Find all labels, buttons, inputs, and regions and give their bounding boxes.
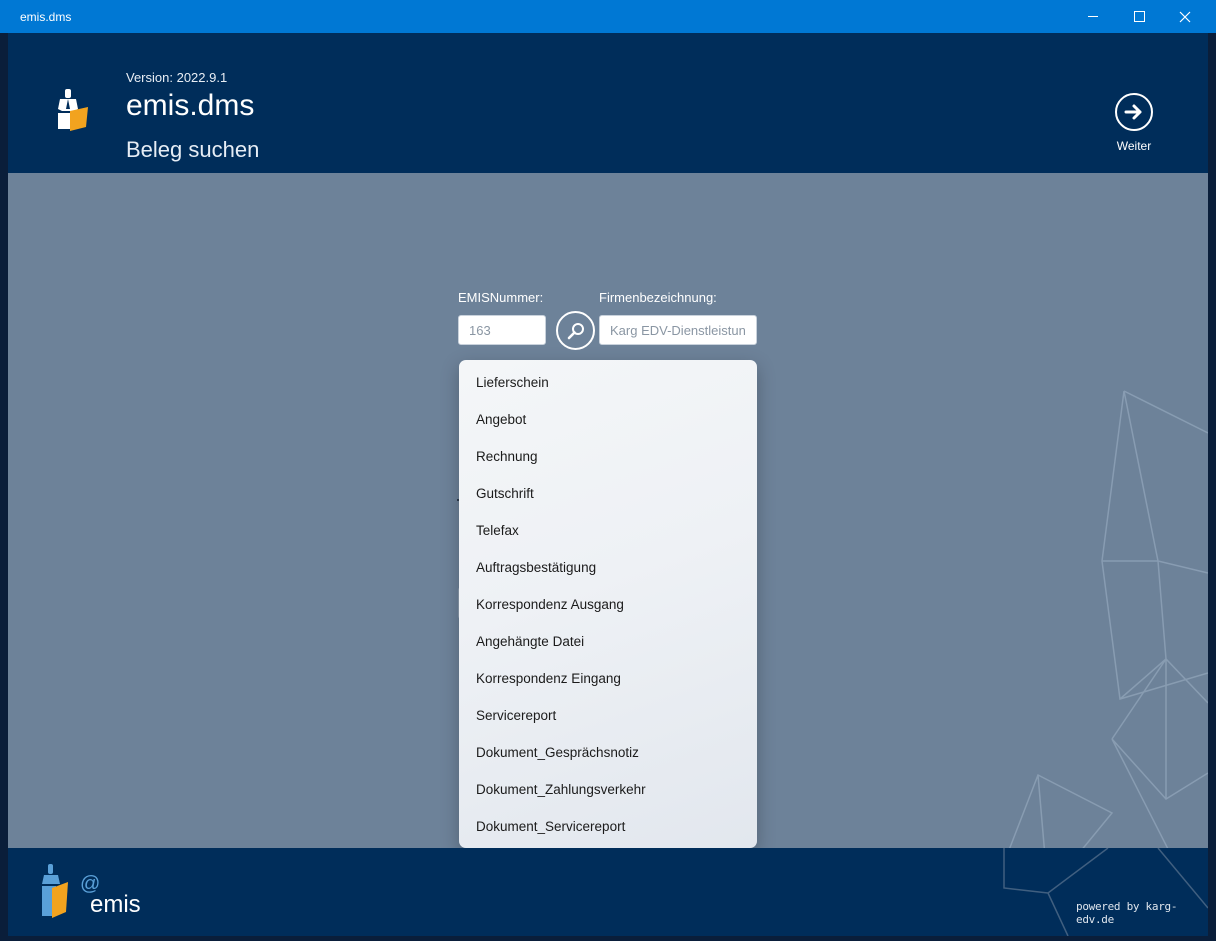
dropdown-item[interactable]: Servicereport — [459, 697, 757, 734]
maximize-button[interactable] — [1116, 0, 1162, 33]
close-icon — [1179, 11, 1191, 22]
window-frame-right — [1208, 33, 1216, 941]
footer-decoration — [1003, 848, 1208, 936]
dropdown-item[interactable]: Angebot — [459, 401, 757, 438]
company-name-label: Firmenbezeichnung: — [599, 290, 717, 305]
arrow-right-icon — [1124, 104, 1142, 120]
close-button[interactable] — [1162, 0, 1208, 33]
app-title: emis.dms — [126, 89, 255, 122]
dropdown-item[interactable]: Gutschrift — [459, 475, 757, 512]
minimize-icon — [1088, 16, 1098, 17]
window-titlebar: emis.dms — [0, 0, 1216, 33]
dropdown-item[interactable]: Rechnung — [459, 438, 757, 475]
dropdown-item[interactable]: Korrespondenz Eingang — [459, 660, 757, 697]
emis-number-label: EMISNummer: — [458, 290, 544, 305]
powered-by-text: powered by karg-edv.de — [1076, 900, 1178, 926]
app-footer: @ emis powered by karg-edv.de — [8, 848, 1208, 936]
window-frame-bottom — [0, 936, 1216, 941]
main-content: EMISNummer: Firmenbezeichnung: Liefersch… — [8, 173, 1208, 848]
next-label: Weiter — [1116, 139, 1152, 153]
company-name-input[interactable] — [599, 315, 757, 345]
document-type-dropdown[interactable]: Lieferschein Angebot Rechnung Gutschrift Tel… — [459, 360, 757, 848]
maximize-icon — [1133, 11, 1145, 22]
dropdown-item[interactable]: Dokument_Servicereport — [459, 808, 757, 845]
app-header: Version: 2022.9.1 emis.dms Beleg suchen … — [8, 33, 1208, 173]
window-title: emis.dms — [20, 10, 72, 24]
page-subtitle: Beleg suchen — [126, 137, 260, 162]
dropdown-item[interactable]: Dokument_Zahlungsverkehr — [459, 771, 757, 808]
dropdown-item[interactable]: Korrespondenz Ausgang — [459, 586, 757, 623]
dropdown-item[interactable]: Telefax — [459, 512, 757, 549]
minimize-button[interactable] — [1070, 0, 1116, 33]
window-frame-left — [0, 33, 8, 941]
search-icon — [567, 322, 584, 339]
emis-logo-icon — [58, 89, 88, 131]
next-circle — [1115, 93, 1153, 131]
dropdown-item[interactable]: Auftragsbestätigung — [459, 549, 757, 586]
dropdown-item[interactable]: Dokument_Gesprächsnotiz — [459, 734, 757, 771]
dropdown-item[interactable]: Angehängte Datei — [459, 623, 757, 660]
version-text: Version: 2022.9.1 — [126, 70, 228, 85]
dropdown-item[interactable]: Lieferschein — [459, 364, 757, 401]
emis-number-input[interactable] — [458, 315, 546, 345]
search-button[interactable] — [556, 311, 595, 350]
next-button[interactable]: Weiter — [1108, 93, 1160, 153]
